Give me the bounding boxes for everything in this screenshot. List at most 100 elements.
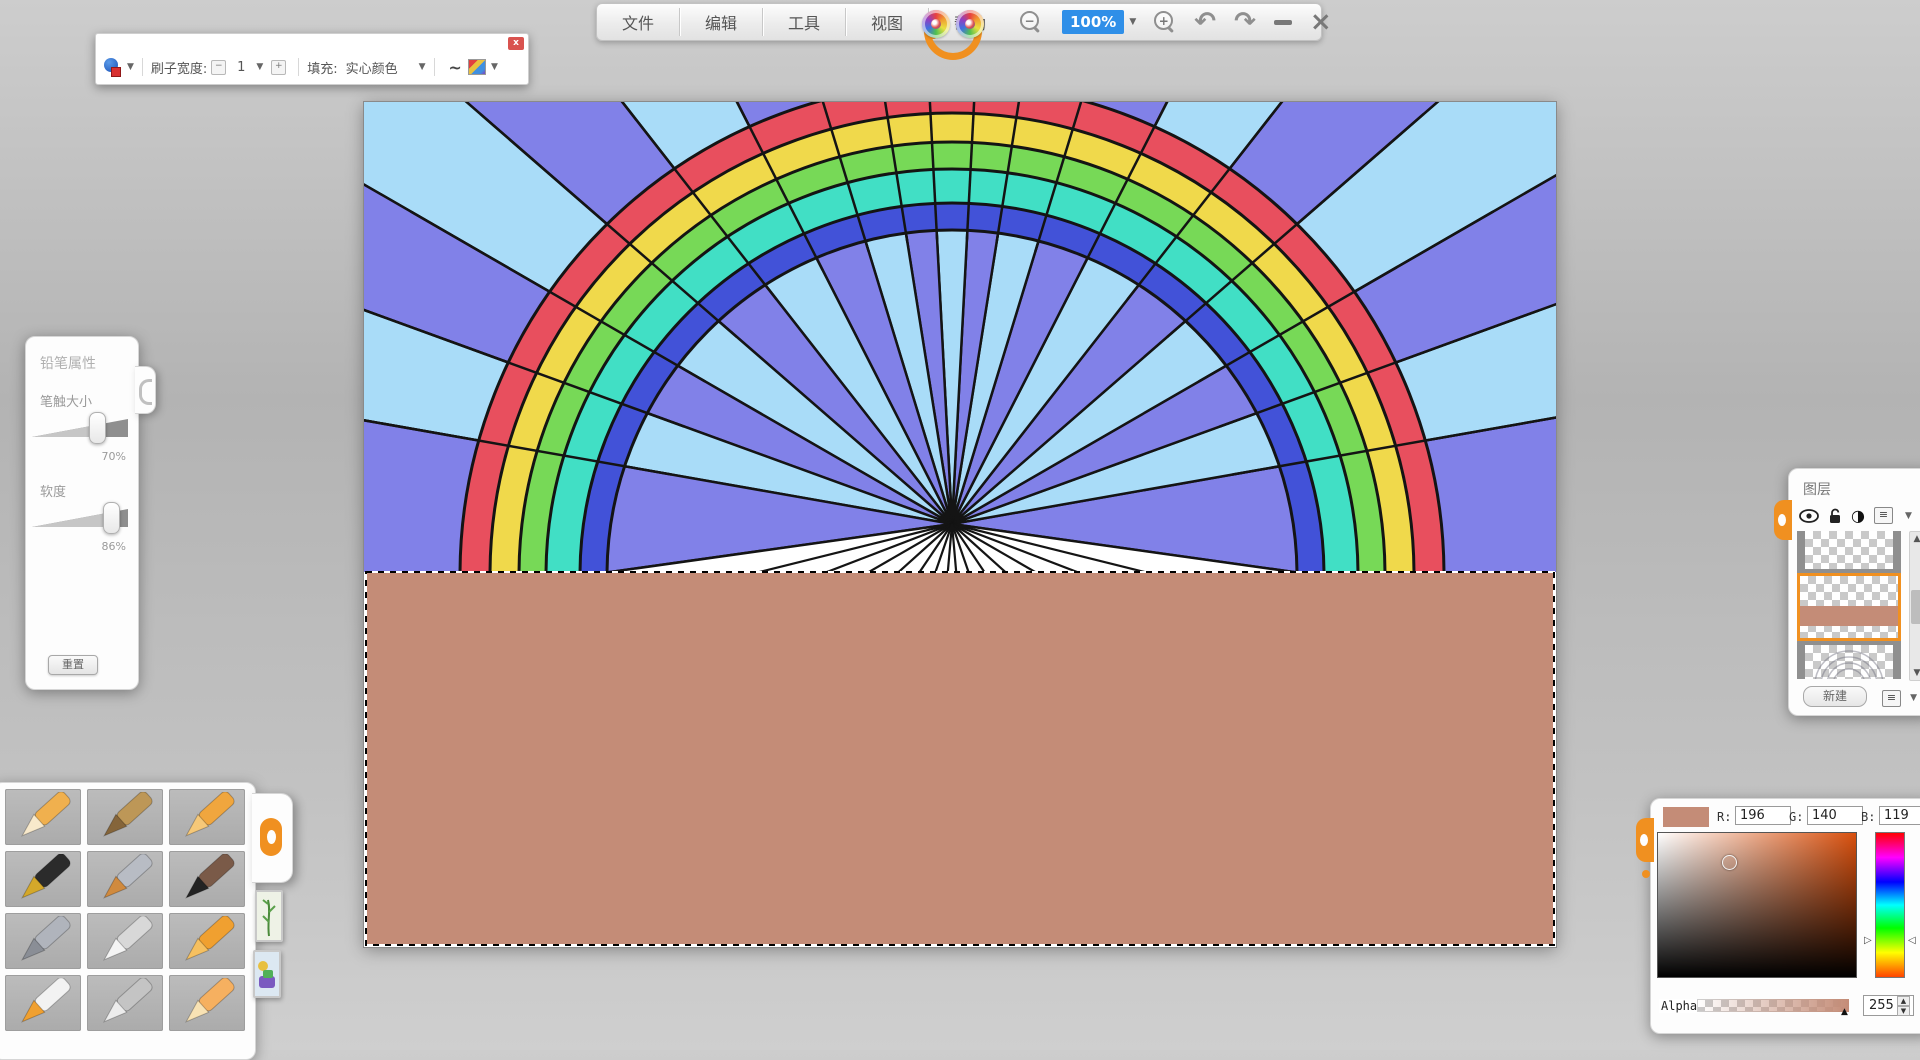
green-field[interactable]: 140 [1807,806,1863,825]
picture-preset-thumbnail[interactable] [253,950,281,998]
tab-handle-icon [139,379,152,405]
logo-swirl-eye-right[interactable] [956,10,984,38]
close-icon: × [1310,9,1332,35]
divider [142,58,143,76]
paint-roller-tool[interactable] [169,913,245,969]
redo-button[interactable]: ↷ [1225,4,1265,40]
alpha-slider[interactable] [1697,999,1849,1012]
stroke-curve-icon[interactable]: ∼ [449,58,462,77]
red-square-glyph [111,67,121,77]
zoom-out-button[interactable]: − [1011,4,1051,40]
undo-button[interactable]: ↶ [1185,4,1225,40]
softness-slider[interactable] [32,502,128,542]
brush-width-decrease-button[interactable]: − [211,60,226,75]
palette-knife-tool[interactable] [87,913,163,969]
fill-type-dropdown[interactable]: 实心颜色 [346,58,416,77]
color-panel-handle[interactable] [1636,818,1654,862]
lock-icon[interactable] [1828,508,1842,524]
flat-brush-tool[interactable] [87,851,163,907]
alpha-label: Alpha [1659,999,1699,1013]
gradient-fill-icon[interactable] [468,59,486,75]
alpha-spinner[interactable]: ▲ ▼ [1897,996,1910,1016]
canvas[interactable] [364,102,1556,947]
airbrush-tool[interactable] [5,913,81,969]
chevron-down-icon[interactable]: ▼ [491,62,498,72]
tool-palette-tab[interactable] [252,793,293,883]
zoom-level-control[interactable]: 100% ▼ [1051,4,1145,40]
minimize-button[interactable] [1265,4,1301,40]
alpha-marker-icon[interactable]: ▲ [1841,1007,1848,1017]
layer-item-selected[interactable] [1797,573,1901,641]
layers-panel-handle[interactable] [1774,500,1792,540]
sharp-pencil-tool[interactable] [5,789,81,845]
shape-style-icon[interactable] [104,58,122,76]
menu-item-1[interactable]: 文件 [597,4,679,40]
magnifier-handle [1033,26,1040,33]
painting-knife-tool-icon [89,978,161,1028]
scroll-down-icon[interactable]: ▼ [1910,668,1920,678]
layer-item[interactable] [1805,641,1893,679]
brush-width-value[interactable]: 1 [230,60,252,75]
menu-item-2[interactable]: 编辑 [680,4,762,40]
layers-options-icon[interactable]: ≡ [1882,690,1901,707]
chevron-down-icon[interactable]: ▼ [1905,511,1912,521]
layer-item[interactable] [1805,531,1893,573]
rainbow-preview [1805,645,1893,679]
divider [298,58,299,76]
chevron-down-icon[interactable]: ▼ [419,62,426,72]
tab-handle-icon [260,818,282,856]
brush-options-toolbar: x ▼ 刷子宽度: − 1 ▼ + 填充: 实心颜色 ▼ ∼ ▼ [95,33,529,85]
color-cursor[interactable] [1722,855,1737,870]
ink-brush-tool[interactable] [169,851,245,907]
pastel-stick-tool[interactable] [87,789,163,845]
fountain-pen-tool-icon [7,854,79,904]
crayon-tool-icon [171,792,243,842]
scrollbar-thumb[interactable] [1911,590,1920,624]
layers-panel: 图层 ◑ ≡ ▼ ▲ ▼ 新建 ≡ [1788,468,1920,716]
hue-marker-right-icon[interactable]: ◁ [1908,935,1916,946]
fountain-pen-tool[interactable] [5,851,81,907]
app-logo [916,4,992,62]
layers-scrollbar[interactable]: ▲ ▼ [1909,531,1920,681]
brush-size-slider[interactable] [32,412,128,452]
toolbar-close-button[interactable]: x [508,37,524,50]
reset-button[interactable]: 重置 [48,655,98,675]
chevron-down-icon[interactable]: ▼ [1910,693,1917,703]
red-field[interactable]: 196 [1735,806,1791,825]
hue-slider[interactable] [1875,832,1905,978]
green-label: G: [1789,810,1803,824]
chevron-down-icon[interactable]: ▼ [1129,17,1136,27]
chevron-down-icon[interactable]: ▼ [256,62,263,72]
close-button[interactable]: × [1301,4,1341,40]
minimize-icon [1274,20,1292,25]
brush-width-increase-button[interactable]: + [271,60,286,75]
plant-preset-thumbnail[interactable] [255,890,283,942]
paint-tube-tool[interactable] [5,975,81,1031]
hue-marker-left-icon[interactable]: ▷ [1864,935,1872,946]
spin-down-icon[interactable]: ▼ [1897,1006,1910,1016]
eraser-tool[interactable] [169,975,245,1031]
zoom-in-button[interactable]: + [1145,4,1185,40]
slider-thumb[interactable] [89,412,106,444]
pastel-stick-tool-icon [89,792,161,842]
tool-grid [5,789,245,1031]
chevron-down-icon[interactable]: ▼ [127,62,134,72]
painting-knife-tool[interactable] [87,975,163,1031]
crayon-tool[interactable] [169,789,245,845]
menu-item-3[interactable]: 工具 [763,4,845,40]
blue-field[interactable]: 119 [1879,806,1920,825]
scroll-up-icon[interactable]: ▲ [1910,534,1920,544]
zoom-level-value[interactable]: 100% [1062,10,1124,34]
opacity-icon[interactable]: ◑ [1851,508,1865,524]
pencil-panel-tab[interactable] [135,366,156,414]
visibility-eye-icon[interactable] [1799,509,1819,523]
fill-label: 填充: [307,58,337,77]
layer-menu-icon[interactable]: ≡ [1874,507,1893,524]
spin-up-icon[interactable]: ▲ [1897,996,1910,1006]
new-layer-button[interactable]: 新建 [1803,686,1867,707]
slider-thumb[interactable] [103,502,120,534]
logo-swirl-eye-left[interactable] [922,10,950,38]
airbrush-tool-icon [7,916,79,966]
saturation-value-picker[interactable] [1657,832,1857,978]
paint-tube-tool-icon [7,978,79,1028]
